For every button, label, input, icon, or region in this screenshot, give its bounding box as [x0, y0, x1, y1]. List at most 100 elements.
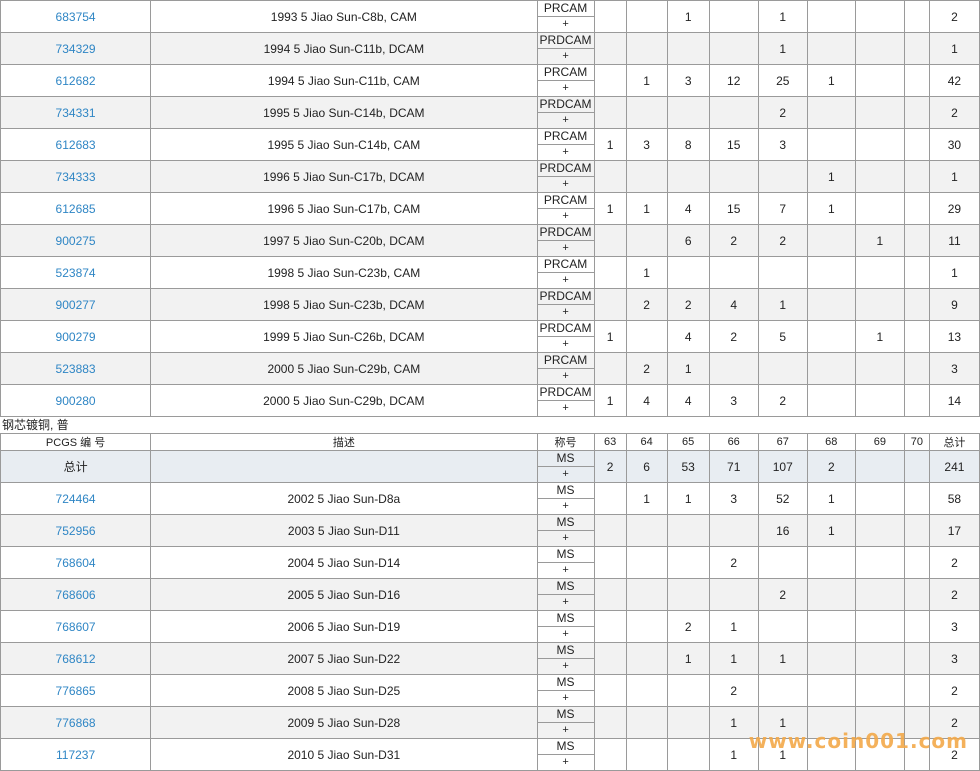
pcgs-number-link[interactable]: 768612 — [0, 642, 152, 675]
pcgs-number-link[interactable]: 752956 — [0, 514, 152, 547]
grade-70-count — [903, 288, 930, 321]
grade-63-count: 1 — [593, 384, 627, 417]
pcgs-number-link[interactable]: 612683 — [0, 128, 152, 161]
grade-63-count — [593, 0, 627, 33]
pcgs-number-link[interactable]: 523883 — [0, 352, 152, 385]
designation-cell: MS + — [536, 674, 595, 707]
grade-65-count: 1 — [666, 0, 710, 33]
coin-description: 2004 5 Jiao Sun-D14 — [150, 546, 538, 579]
grade-69-count — [854, 0, 905, 33]
plus-grade-label: + — [562, 596, 569, 608]
grade-63-count — [593, 224, 627, 257]
pcgs-number-link[interactable]: 724464 — [0, 482, 152, 515]
plus-grade-label: + — [562, 500, 569, 512]
table-row: 523874 1998 5 Jiao Sun-C23b, CAM PRCAM +1 1 — [0, 256, 980, 289]
grade-63-count — [593, 674, 627, 707]
grade-66-count: 1 — [708, 610, 759, 643]
coin-description: 1995 5 Jiao Sun-C14b, DCAM — [150, 96, 538, 129]
pcgs-number-link[interactable]: 523874 — [0, 256, 152, 289]
grade-66-count: 2 — [708, 674, 759, 707]
coin-description: 1999 5 Jiao Sun-C26b, DCAM — [150, 320, 538, 353]
row-total: 3 — [928, 610, 980, 643]
grade-64-count: 1 — [625, 64, 668, 97]
coin-description: 2007 5 Jiao Sun-D22 — [150, 642, 538, 675]
row-total: 3 — [928, 352, 980, 385]
grade-66-count: 71 — [708, 450, 759, 483]
designation-label: PRCAM — [538, 130, 594, 145]
grade-69-count — [854, 546, 905, 579]
coin-description: 1998 5 Jiao Sun-C23b, DCAM — [150, 288, 538, 321]
grade-66-count — [708, 578, 759, 611]
designation-cell: MS + — [536, 450, 595, 483]
grade-68-count: 2 — [806, 450, 856, 483]
grade-65-count: 4 — [666, 384, 710, 417]
plus-grade-label: + — [562, 242, 569, 254]
row-total: 9 — [928, 288, 980, 321]
grade-63-count: 1 — [593, 128, 627, 161]
pcgs-number-link[interactable]: 734333 — [0, 160, 152, 193]
pcgs-number-link[interactable]: 683754 — [0, 0, 152, 33]
coin-description: 1996 5 Jiao Sun-C17b, DCAM — [150, 160, 538, 193]
designation-label: MS — [538, 580, 594, 595]
grade-69-count — [854, 578, 905, 611]
pcgs-number-link[interactable]: 734329 — [0, 32, 152, 65]
grade-65-count — [666, 706, 710, 739]
pcgs-number-link[interactable]: 900279 — [0, 320, 152, 353]
grade-63-count — [593, 64, 627, 97]
pcgs-number-link[interactable]: 768606 — [0, 578, 152, 611]
grade-66-count — [708, 352, 759, 385]
pcgs-number-link[interactable]: 900280 — [0, 384, 152, 417]
pcgs-number-link[interactable]: 768607 — [0, 610, 152, 643]
pcgs-number-link[interactable]: 612685 — [0, 192, 152, 225]
plus-grade-label: + — [562, 210, 569, 222]
pcgs-number-link[interactable]: 734331 — [0, 96, 152, 129]
row-total: 3 — [928, 642, 980, 675]
pcgs-number-link[interactable]: 117237 — [0, 738, 152, 771]
grade-66-count — [708, 32, 759, 65]
row-total: 11 — [928, 224, 980, 257]
grade-65-count — [666, 578, 710, 611]
section-b-table: PCGS 编 号 描述 称号 63 64 65 66 67 68 69 70 总… — [0, 433, 980, 771]
coin-description: 2006 5 Jiao Sun-D19 — [150, 610, 538, 643]
table-row: 900280 2000 5 Jiao Sun-C29b, DCAM PRDCAM +1… — [0, 384, 980, 417]
grade-64-count — [625, 674, 668, 707]
designation-cell: MS + — [536, 706, 595, 739]
pcgs-number-link[interactable]: 776868 — [0, 706, 152, 739]
table-row: 683754 1993 5 Jiao Sun-C8b, CAM PRCAM +1 1 2 — [0, 0, 980, 33]
grade-63-count: 1 — [593, 192, 627, 225]
designation-label: PRCAM — [538, 66, 594, 81]
grade-63-count — [593, 482, 627, 515]
designation-cell: PRDCAM + — [536, 96, 595, 129]
table-row: 724464 2002 5 Jiao Sun-D8a MS +1 1 3 52 1 58 — [0, 482, 980, 515]
grade-69-count: 1 — [854, 224, 905, 257]
plus-grade-label: + — [562, 468, 569, 480]
pcgs-number-link[interactable]: 612682 — [0, 64, 152, 97]
grade-63-count: 2 — [593, 450, 627, 483]
plus-grade-label: + — [562, 274, 569, 286]
designation-cell: PRCAM + — [536, 352, 595, 385]
designation-label: MS — [538, 516, 594, 531]
grade-65-count — [666, 96, 710, 129]
grade-67-count: 107 — [757, 450, 808, 483]
pcgs-number-link[interactable]: 900275 — [0, 224, 152, 257]
pcgs-number-link[interactable]: 768604 — [0, 546, 152, 579]
grade-69-count — [854, 674, 905, 707]
grade-70-count — [903, 450, 930, 483]
plus-grade-label: + — [562, 692, 569, 704]
plus-grade-label: + — [562, 178, 569, 190]
pcgs-number-link[interactable]: 776865 — [0, 674, 152, 707]
total-row: 总计 MS +2 6 53 71 107 2 241 — [0, 450, 980, 483]
grade-67-count: 25 — [757, 64, 808, 97]
grade-64-count — [625, 160, 668, 193]
plus-grade-label: + — [562, 114, 569, 126]
grade-67-count — [757, 160, 808, 193]
pcgs-number-link[interactable]: 900277 — [0, 288, 152, 321]
grade-68-count — [806, 578, 856, 611]
table-row: 900279 1999 5 Jiao Sun-C26b, DCAM PRDCAM +1… — [0, 320, 980, 353]
designation-cell: PRCAM + — [536, 64, 595, 97]
header-grade-67: 67 — [757, 433, 808, 451]
grade-68-count — [806, 0, 856, 33]
designation-cell: MS + — [536, 642, 595, 675]
grade-64-count: 1 — [625, 256, 668, 289]
table-row: 612682 1994 5 Jiao Sun-C11b, CAM PRCAM +1 3 1… — [0, 64, 980, 97]
